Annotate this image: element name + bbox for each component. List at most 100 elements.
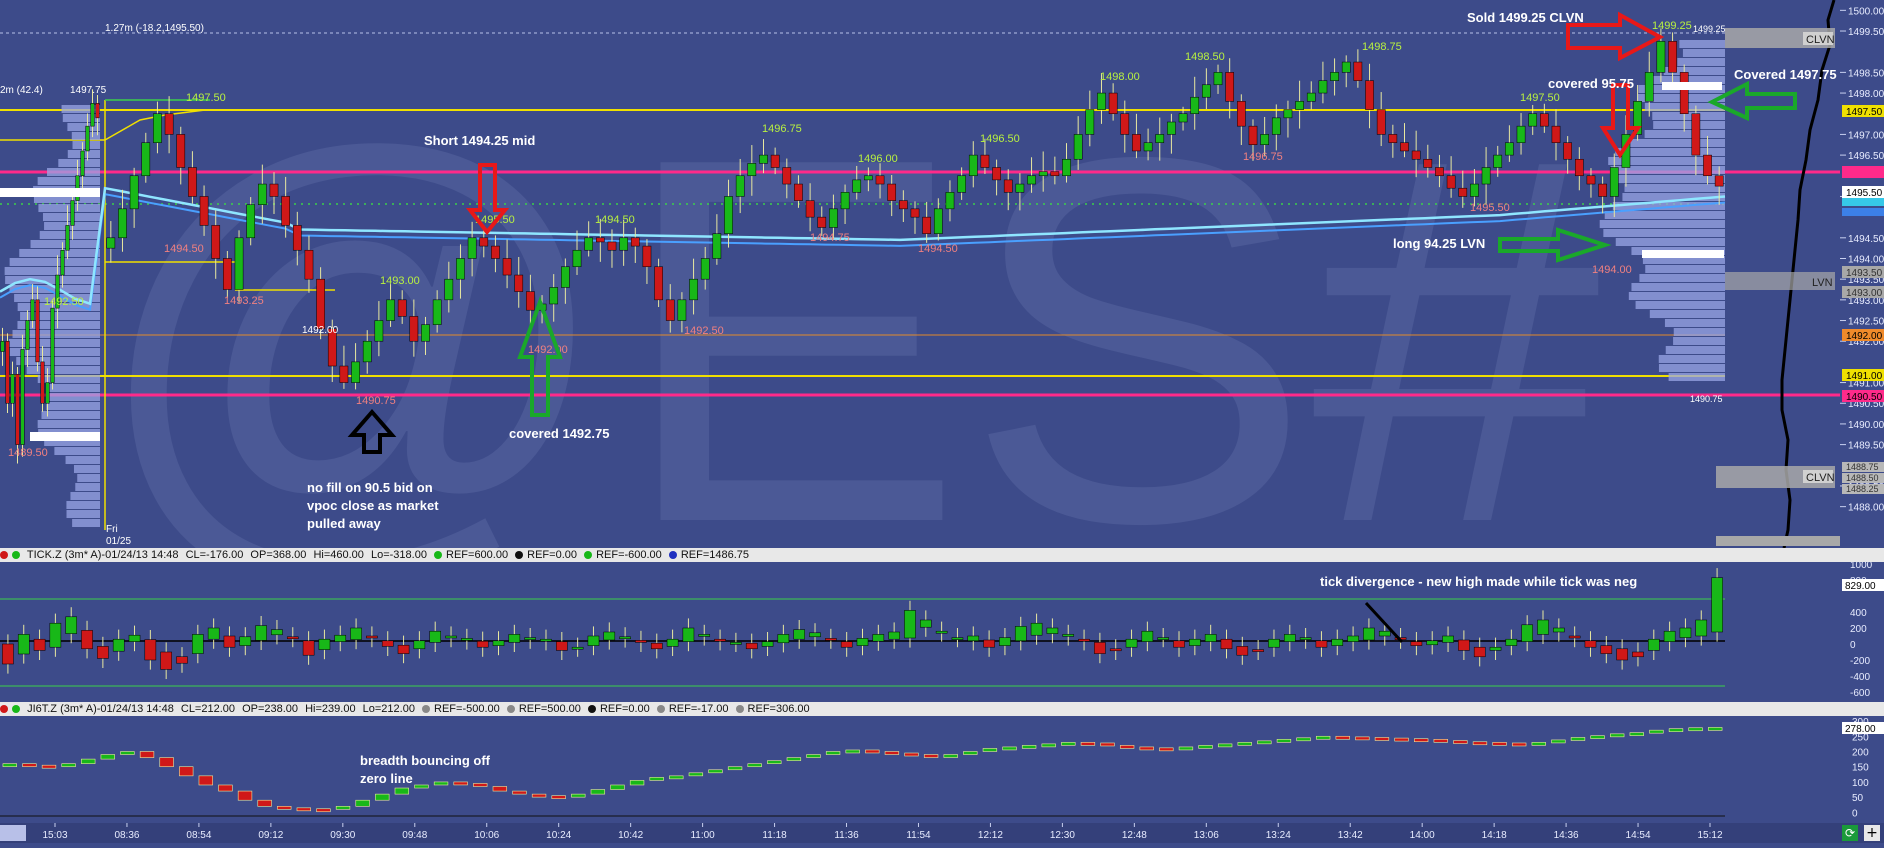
- candle-up: [735, 175, 745, 197]
- profile-bar: [38, 204, 100, 212]
- tick-bar-down: [745, 642, 758, 650]
- breadth-bar-up: [943, 754, 958, 758]
- tick-bar-up: [888, 631, 900, 640]
- candle-up: [351, 361, 360, 383]
- candle-up: [677, 299, 687, 321]
- tick-bar-up: [1711, 577, 1723, 633]
- breadth-bar-up: [81, 758, 96, 764]
- breadth-current-value: 278.00: [1845, 724, 1876, 735]
- time-tick-label: 13:06: [1194, 830, 1219, 841]
- price-tick-label: 1492.50: [1848, 317, 1884, 328]
- black-dot-icon: [515, 551, 524, 559]
- profile-bar: [1664, 319, 1725, 327]
- tick-bar-up: [1046, 627, 1059, 634]
- tick-bar-up: [1299, 637, 1312, 640]
- tick-bar-up: [619, 636, 631, 640]
- profile-bar: [77, 474, 100, 482]
- candle-up: [572, 249, 582, 268]
- price-tick-label: 1494.00: [1848, 254, 1884, 265]
- tick-axis-label: -600: [1850, 688, 1870, 699]
- tick-bar-down: [1473, 646, 1486, 658]
- time-tick-label: 12:12: [978, 830, 1003, 841]
- time-tick-label: 13:24: [1266, 830, 1291, 841]
- breadth-bar-down: [904, 752, 919, 757]
- scroll-thumb[interactable]: [0, 825, 26, 841]
- profile-bar: [19, 249, 100, 257]
- candle-up: [20, 349, 25, 445]
- tick-bar-up: [920, 619, 932, 628]
- blue-dot-icon: [668, 551, 677, 559]
- badge-1492: 1492.00: [1846, 331, 1883, 342]
- tick-bar-up: [809, 632, 821, 638]
- tick-bar-up: [904, 610, 916, 639]
- label-1499-25-right: 1499.25: [1693, 24, 1726, 34]
- breadth-axis-label: 150: [1852, 763, 1869, 774]
- tick-header-ref3: REF=-600.00: [596, 549, 662, 561]
- candle-down: [223, 258, 232, 290]
- price-tick-label: 1500.00: [1848, 6, 1884, 17]
- breadth-bar-up: [1668, 728, 1684, 732]
- breadth-bar-down: [1100, 742, 1115, 747]
- candle-up: [1178, 113, 1188, 123]
- breadth-bar-down: [923, 754, 939, 758]
- tick-bar-up: [793, 629, 805, 640]
- label-1490-75-right: 1490.75: [1690, 394, 1723, 404]
- candle-down: [1703, 154, 1712, 177]
- left-volume-info: 2m (42.4): [0, 85, 43, 96]
- candle-down: [1563, 142, 1572, 160]
- refresh-icon[interactable]: ⟳: [1842, 825, 1858, 841]
- breadth-bar-up: [100, 754, 115, 760]
- breadth-header-ref3: REF=0.00: [599, 703, 650, 715]
- grey-dot-icon: [506, 705, 515, 713]
- tick-current-value: 829.00: [1845, 581, 1876, 592]
- label-1497-50-b: 1497.50: [1520, 92, 1560, 104]
- breadth-bar-up: [120, 751, 135, 755]
- candle-up: [968, 154, 978, 177]
- price-tick-label: 1498.00: [1848, 89, 1884, 100]
- candle-up: [1097, 92, 1106, 110]
- tick-bar-up: [698, 634, 711, 637]
- breadth-bar-up: [1257, 740, 1272, 745]
- tick-panel-header: TICK.Z (3m* A)-01/24/13 14:48 CL=-176.00…: [0, 548, 1884, 562]
- tick-bar-up: [1030, 622, 1043, 636]
- time-tick-label: 11:54: [906, 830, 931, 841]
- profile-bar: [1673, 328, 1725, 336]
- candle-up: [1155, 134, 1165, 143]
- profile-bar: [1604, 211, 1725, 219]
- candle-up: [10, 374, 15, 404]
- tick-axis-label: -400: [1850, 672, 1870, 683]
- badge-1488-5: 1488.50: [1846, 473, 1879, 483]
- profile-bar: [16, 357, 100, 365]
- tick-bar-down: [714, 638, 726, 642]
- candle-up: [1505, 142, 1514, 156]
- candle-down: [188, 167, 197, 197]
- tick-bar-up: [207, 627, 220, 640]
- tick-bar-down: [1458, 639, 1470, 651]
- profile-bar: [54, 447, 100, 455]
- annotation-covered-3: Covered 1497.75: [1734, 67, 1837, 82]
- breadth-bar-up: [1061, 742, 1076, 746]
- breadth-bar-up: [590, 789, 606, 795]
- breadth-bar-down: [1080, 742, 1096, 746]
- breadth-bar-up: [767, 760, 782, 764]
- breadth-bar-up: [786, 757, 802, 761]
- profile-bar: [41, 411, 100, 419]
- crosshair-icon[interactable]: +: [1864, 825, 1880, 841]
- breadth-bar-down: [159, 757, 174, 768]
- candle-up: [362, 340, 372, 363]
- tick-bar-up: [192, 634, 204, 654]
- breadth-bar-up: [1041, 743, 1056, 748]
- tick-bar-up: [1426, 640, 1439, 646]
- candle-up: [584, 237, 593, 251]
- tick-bar-up: [777, 634, 790, 644]
- breadth-bar-down: [257, 799, 272, 807]
- candle-down: [1108, 92, 1118, 114]
- profile-bar: [1618, 175, 1725, 183]
- tick-axis-label: 400: [1850, 608, 1867, 619]
- breadth-bar-up: [610, 784, 625, 790]
- breadth-bar-down: [139, 751, 155, 758]
- breadth-bar-up: [1276, 739, 1292, 743]
- candle-up: [1283, 109, 1293, 119]
- overnight-info: 1.27m (-18.2,1495.50): [105, 23, 204, 34]
- time-tick-label: 15:12: [1697, 830, 1722, 841]
